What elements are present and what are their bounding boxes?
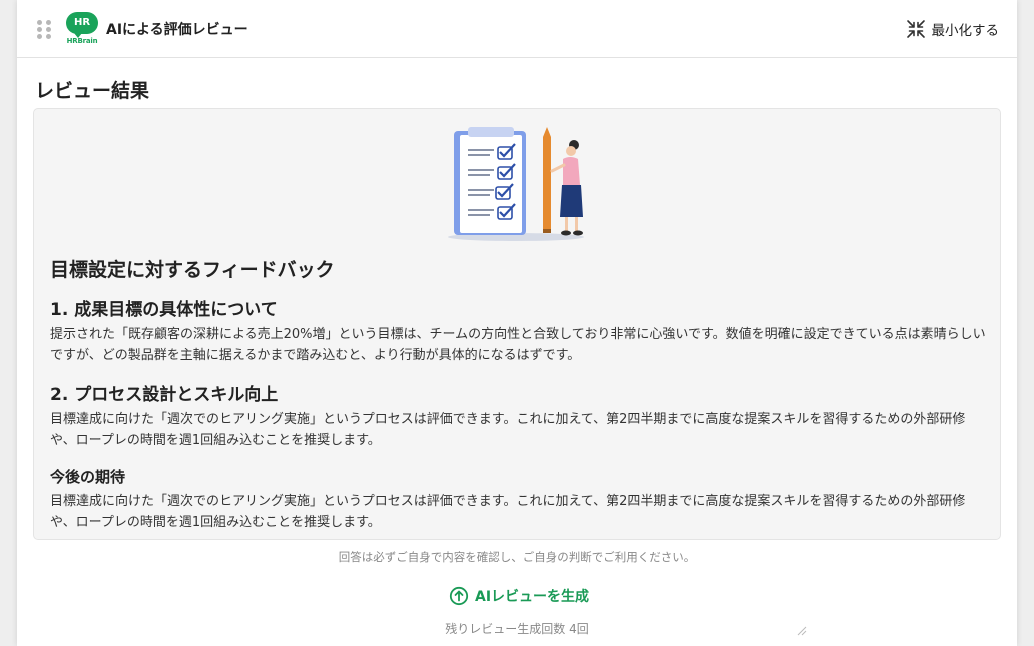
drag-handle-icon[interactable] <box>37 19 51 39</box>
disclaimer-text: 回答は必ずご自身で内容を確認し、ご自身の判断でご利用ください。 <box>338 550 696 564</box>
review-item-title: 今後の期待 <box>50 468 126 486</box>
panel-header: HR HRBrain AIによる評価レビュー 最小化する <box>17 0 1017 58</box>
review-item-title: 1. 成果目標の具体性について <box>50 300 278 320</box>
review-heading: 目標設定に対するフィードバック <box>50 259 335 281</box>
logo-wordmark: HRBrain <box>66 36 98 45</box>
review-item-title: 2. プロセス設計とスキル向上 <box>50 385 279 405</box>
generate-review-label: AIレビューを生成 <box>475 589 590 605</box>
minimize-label: 最小化する <box>931 22 1000 39</box>
review-item-body: 目標達成に向けた「週次でのヒアリング実施」というプロセスは評価できます。これに加… <box>50 494 966 530</box>
review-item-body: 提示された「既存顧客の深耕による売上20%増」という目標は、チームの方向性と合致… <box>50 327 986 363</box>
remaining-count-text: 残りレビュー生成回数 4回 <box>445 622 589 636</box>
hrbrain-logo: HR HRBrain <box>64 11 100 46</box>
checklist-illustration-icon <box>448 127 584 241</box>
generate-review-button[interactable]: AIレビューを生成 <box>449 586 589 606</box>
review-panel: HR HRBrain AIによる評価レビュー 最小化する レビュー結果 目標設定… <box>17 0 1017 646</box>
minimize-button[interactable]: 最小化する <box>906 19 1000 39</box>
panel-title: AIによる評価レビュー <box>106 21 248 38</box>
minimize-arrows-icon <box>906 19 925 38</box>
section-title: レビュー結果 <box>35 80 150 102</box>
review-item-body: 目標達成に向けた「週次でのヒアリング実施」というプロセスは評価できます。これに加… <box>50 412 966 448</box>
arrow-up-circle-icon <box>449 586 469 606</box>
resize-grip-icon[interactable] <box>795 624 807 636</box>
logo-badge: HR <box>66 11 98 38</box>
review-result-card: 目標設定に対するフィードバック 1. 成果目標の具体性について 提示された「既存… <box>33 108 1001 540</box>
